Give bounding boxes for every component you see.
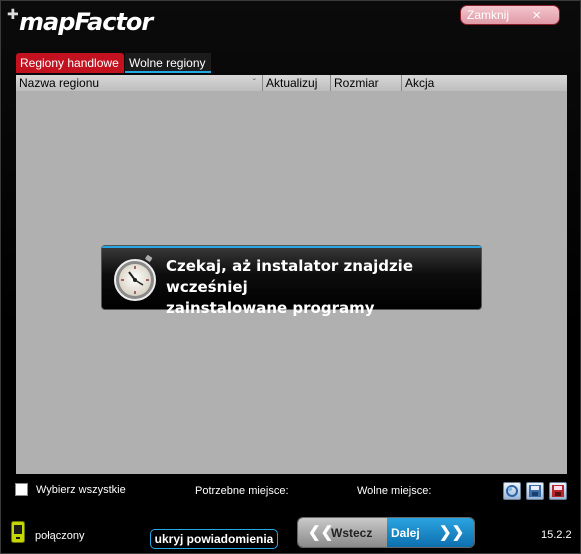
free-space-label: Wolne miejsce:	[357, 485, 432, 497]
next-button-label: Dalej	[391, 526, 420, 540]
close-button-label: Zamknij	[467, 8, 510, 22]
dialog-highlight	[102, 246, 481, 248]
next-button[interactable]: Dalej ❯❯	[387, 518, 474, 547]
version-label: 15.2.2	[541, 529, 572, 541]
stopwatch-icon	[114, 255, 156, 301]
wait-message-line-2: zainstalowane programy	[166, 299, 375, 317]
needed-space-label: Potrzebne miejsce:	[195, 485, 289, 497]
wait-message-line-1: Czekaj, aż instalator znajdzie wcześniej	[166, 257, 414, 296]
column-header-label: Nazwa regionu	[19, 76, 100, 90]
wait-dialog: Czekaj, aż instalator znajdzie wcześniej…	[101, 245, 482, 317]
column-header-update[interactable]: Aktualizuj	[263, 75, 331, 91]
sort-icon: ˇ	[252, 78, 256, 89]
select-all-checkbox[interactable]	[15, 483, 28, 496]
select-all-label: Wybierz wszystkie	[36, 483, 126, 496]
regions-table-header: Nazwa regionu ˇ Aktualizuj Rozmiar Akcja	[16, 75, 567, 91]
back-arrow-icon: ❮❮	[308, 524, 334, 541]
save-icon[interactable]	[526, 482, 544, 500]
logo-text: mapFactor	[19, 8, 153, 36]
wait-message: Czekaj, aż instalator znajdzie wcześniej…	[166, 256, 476, 319]
connection-status-icon	[11, 521, 25, 543]
close-icon: ×	[532, 7, 541, 24]
back-button[interactable]: ❮❮ Wstecz	[298, 518, 387, 547]
column-header-action[interactable]: Akcja	[402, 75, 567, 91]
column-header-size[interactable]: Rozmiar	[331, 75, 402, 91]
mapfactor-logo: ✚ mapFactor	[7, 7, 153, 37]
refresh-icon[interactable]	[503, 482, 521, 500]
navigation-buttons: ❮❮ Wstecz Dalej ❯❯	[297, 517, 475, 548]
tab-commercial-regions[interactable]: Regiony handlowe	[16, 53, 124, 73]
installer-window: ✚ mapFactor Zamknij × Regiony handlowe W…	[0, 0, 581, 554]
plus-icon: ✚	[7, 7, 19, 23]
hide-notifications-button[interactable]: ukryj powiadomienia	[150, 529, 278, 549]
delete-icon[interactable]	[549, 482, 567, 500]
close-button[interactable]: Zamknij ×	[460, 5, 560, 25]
back-button-label: Wstecz	[331, 526, 373, 540]
next-arrow-icon: ❯❯	[439, 524, 465, 541]
connection-status: połączony	[35, 530, 85, 542]
select-all[interactable]: Wybierz wszystkie	[15, 483, 126, 496]
column-header-region-name[interactable]: Nazwa regionu ˇ	[16, 75, 263, 91]
tab-free-regions[interactable]: Wolne regiony	[125, 53, 211, 73]
